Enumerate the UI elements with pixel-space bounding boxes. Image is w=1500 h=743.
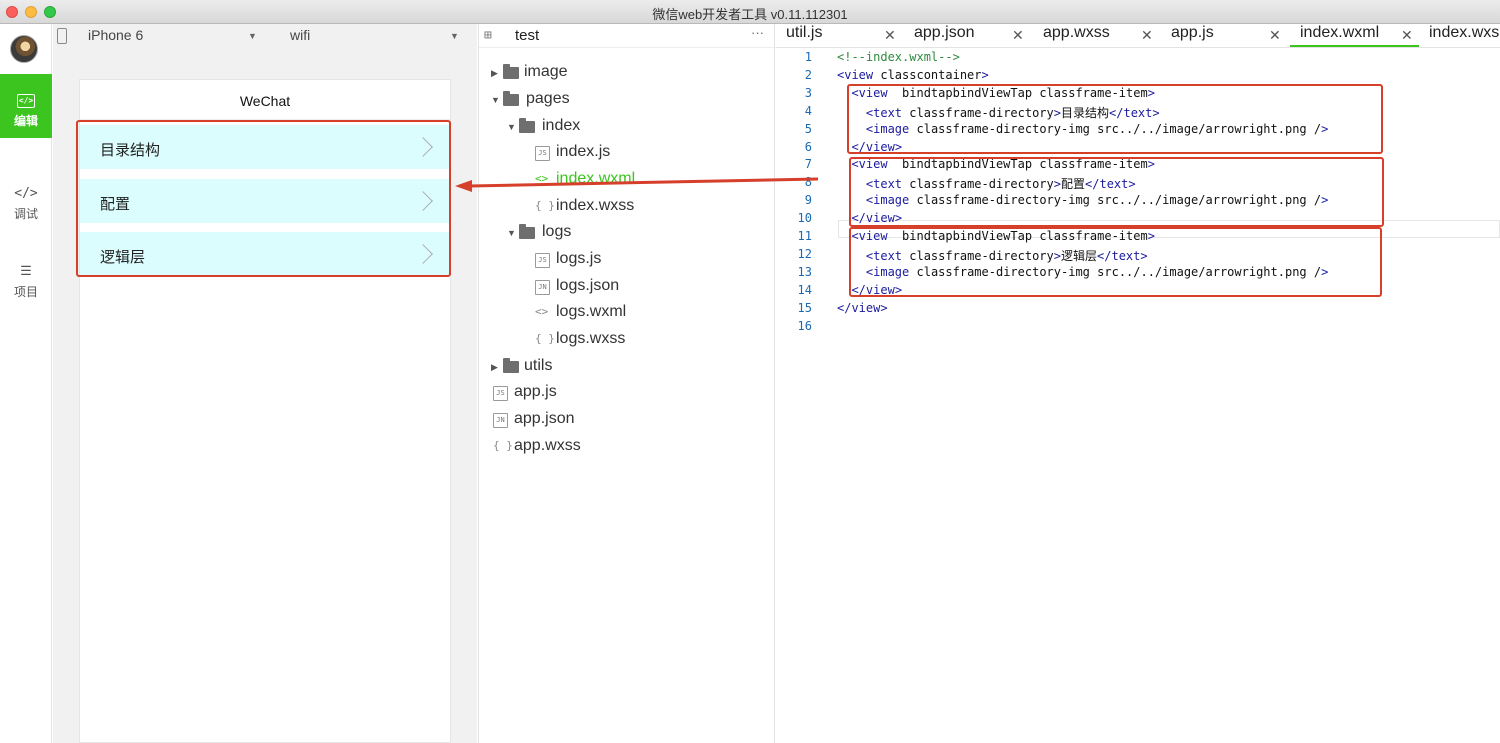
window-title: 微信web开发者工具 v0.11.112301 [652,7,848,22]
folder-icon [503,91,519,106]
tab-app-js[interactable]: app.js ✕ [1161,24,1289,47]
json-file-icon: JN [535,280,550,295]
tab-app-wxss[interactable]: app.wxss ✕ [1033,24,1161,47]
caret-down-icon[interactable]: ▼ [491,95,500,105]
folder-icon [519,224,535,239]
annotation-box-code-2 [849,157,1384,227]
close-icon[interactable]: ✕ [1141,27,1153,44]
avatar[interactable] [10,35,38,63]
annotation-box-code-1 [847,84,1383,154]
js-file-icon: JS [535,253,550,268]
editor-tabs: util.js ✕ app.json ✕ app.wxss ✕ app.js ✕… [776,24,1500,48]
code-line[interactable]: 16 [776,319,1500,337]
menu-lines-icon: ☰ [20,264,32,279]
file-tree-panel: ⊞ test ··· ▶ image ▼ pages ▼ index JS in… [478,24,776,743]
line-number: 12 [797,246,812,261]
line-number: 8 [804,175,812,190]
project-name: test [515,27,540,44]
markup-file-icon: <> [535,172,549,185]
line-number: 15 [797,300,812,315]
line-number: 5 [804,121,812,136]
title-bar: 微信web开发者工具 v0.11.112301 [0,0,1500,24]
annotation-box-code-3 [849,227,1382,297]
close-icon[interactable]: ✕ [884,27,896,44]
tab-index-wxml[interactable]: index.wxml ✕ [1290,24,1419,47]
sidebar-item-label: 调试 [13,207,38,221]
line-number: 7 [804,157,812,172]
folder-icon [503,358,519,373]
line-number: 13 [797,264,812,279]
simulator-toolbar: iPhone 6 ▼ wifi ▼ [53,24,477,48]
line-number: 1 [804,50,812,64]
style-file-icon: { } [535,332,555,345]
close-icon[interactable]: ✕ [1269,27,1281,44]
markup-file-icon: <> [535,305,549,318]
caret-down-icon[interactable]: ▼ [507,228,516,238]
annotation-box-simulator [76,120,451,277]
folder-icon [503,64,519,79]
caret-down-icon[interactable]: ▼ [507,122,516,132]
js-file-icon: JS [535,146,550,161]
line-number: 2 [804,67,812,82]
line-number: 16 [797,318,812,333]
code-edit-icon: </> [17,94,35,108]
code-line[interactable]: 1 <!--index.wxml--> [776,50,1500,68]
line-number: 3 [804,85,812,100]
sidebar-item-label: 编辑 [13,114,38,128]
sidebar-item-label: 项目 [13,285,38,299]
code-line[interactable]: 15 </view> [776,301,1500,319]
file-tree-header: ⊞ test ··· [479,24,776,48]
sidebar-item-project[interactable]: ☰ 项目 [0,264,52,300]
tab-index-wxss[interactable]: index.wxs [1419,24,1500,47]
nav-title: WeChat [80,80,450,120]
tree-structure-icon[interactable]: ⊞ [484,28,492,43]
sidebar-item-edit[interactable]: </> 编辑 [0,74,52,138]
more-options-icon[interactable]: ··· [751,25,764,40]
code-text: <view classcontainer> [837,67,989,82]
caret-right-icon[interactable]: ▶ [491,362,498,373]
close-icon[interactable]: ✕ [1401,27,1413,44]
style-file-icon: { } [493,439,513,452]
caret-right-icon[interactable]: ▶ [491,68,498,79]
network-select[interactable]: wifi ▼ [290,27,460,43]
sidebar-item-debug[interactable]: </> 调试 [0,186,52,222]
chevron-down-icon: ▼ [450,31,459,41]
line-number: 11 [797,229,812,243]
folder-icon [519,118,535,133]
line-number: 14 [797,282,812,297]
line-number: 4 [804,103,812,118]
left-sidebar: </> 编辑 </> 调试 ☰ 项目 [0,24,52,743]
close-icon[interactable]: ✕ [1012,27,1024,44]
tab-app-json[interactable]: app.json ✕ [904,24,1032,47]
code-brackets-icon: </> [14,186,38,201]
style-file-icon: { } [535,199,555,212]
js-file-icon: JS [493,386,508,401]
chevron-down-icon: ▼ [248,31,257,41]
line-number: 9 [804,193,812,208]
tab-util-js[interactable]: util.js ✕ [776,24,904,47]
device-select[interactable]: iPhone 6 ▼ [88,27,258,43]
json-file-icon: JN [493,413,508,428]
line-number: 10 [797,211,812,226]
phone-icon [57,28,67,44]
code-text: <!--index.wxml--> [837,50,960,64]
line-number: 6 [804,139,812,154]
code-text: </view> [837,300,888,315]
